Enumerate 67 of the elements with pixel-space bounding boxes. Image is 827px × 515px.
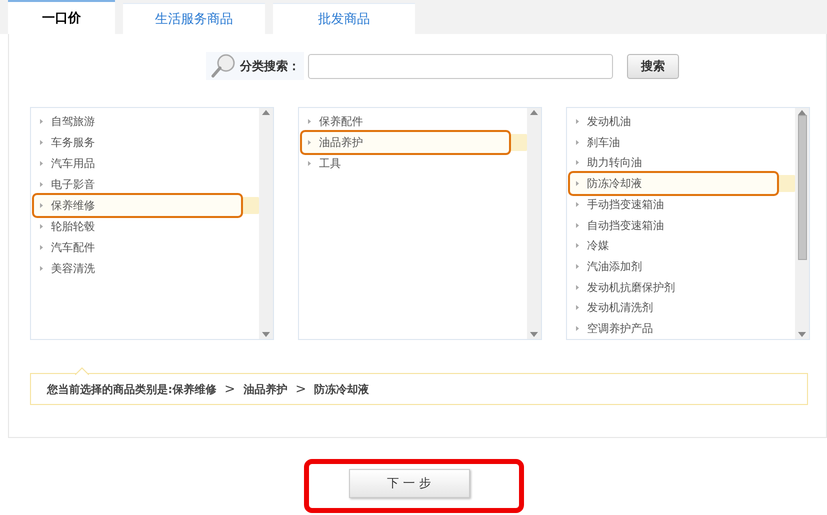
bullet-icon [40, 245, 43, 250]
scroll-down-icon[interactable] [530, 332, 538, 337]
path-category: 油品养护 [243, 382, 288, 396]
category-item[interactable]: 美容清洗 [34, 258, 259, 279]
bullet-icon [576, 264, 579, 269]
category-item[interactable]: 发动机清洗剂 [570, 298, 795, 318]
bullet-icon [308, 140, 311, 145]
scroll-up-icon[interactable] [262, 110, 270, 115]
category-item[interactable]: 汽车用品 [34, 153, 259, 174]
next-step-button[interactable]: 下 一 步 [348, 469, 470, 498]
search-button[interactable]: 搜索 [627, 54, 679, 78]
bullet-icon [40, 182, 43, 187]
path-category: 防冻冷却液 [314, 382, 370, 396]
bullet-icon [576, 118, 579, 124]
category-item[interactable]: 刹车油 [570, 132, 795, 152]
search-label: 分类搜索： [240, 58, 300, 74]
category-item[interactable]: 轮胎轮毂 [34, 216, 259, 237]
category-item[interactable]: 电子影音 [34, 174, 259, 195]
scrollbar[interactable] [795, 108, 809, 339]
path-separator: > [295, 382, 306, 396]
bullet-icon [40, 266, 43, 271]
category-item[interactable]: 油品养护 [302, 132, 509, 153]
path-label: 您当前选择的商品类别是: [47, 382, 172, 396]
scroll-up-icon[interactable] [530, 110, 538, 115]
bullet-icon [40, 203, 43, 208]
bullet-icon [308, 119, 311, 124]
tab[interactable]: 生活服务商品 [123, 3, 265, 34]
category-item[interactable]: 保养维修 [34, 195, 241, 216]
bullet-icon [576, 140, 579, 145]
scroll-down-icon[interactable] [798, 332, 806, 337]
bullet-icon [576, 243, 579, 248]
path-category: 保养维修 [172, 382, 216, 396]
bullet-icon [40, 161, 43, 166]
category-item[interactable]: 发动机油 [570, 111, 795, 132]
bullet-icon [576, 222, 579, 228]
category-item[interactable]: 空调养护产品 [570, 318, 795, 340]
bullet-icon [308, 161, 311, 166]
category-item[interactable]: 工具 [302, 153, 527, 174]
magnifier-icon [210, 53, 236, 79]
scroll-down-icon[interactable] [262, 332, 270, 337]
tab[interactable]: 一口价 [8, 0, 115, 34]
scroll-thumb[interactable] [798, 115, 806, 260]
tab[interactable]: 批发商品 [273, 3, 415, 34]
category-item[interactable]: 汽车配件 [34, 237, 259, 258]
bullet-icon [40, 224, 43, 229]
scrollbar[interactable] [527, 108, 541, 339]
bullet-icon [576, 160, 579, 166]
bullet-icon [40, 119, 43, 124]
category-item[interactable]: 助力转向油 [570, 152, 795, 174]
category-item[interactable]: 发动机抗磨保护剂 [570, 276, 795, 298]
bullet-icon [576, 284, 579, 290]
search-field[interactable] [308, 54, 613, 78]
bullet-icon [40, 140, 43, 145]
bullet-icon [576, 305, 579, 310]
scrollbar[interactable] [259, 108, 273, 339]
category-item[interactable]: 保养配件 [302, 111, 527, 132]
category-item[interactable]: 自驾旅游 [34, 111, 259, 132]
category-item[interactable]: 防冻冷却液 [570, 173, 777, 194]
bullet-icon [576, 181, 579, 186]
category-item[interactable]: 汽油添加剂 [570, 256, 795, 277]
category-item[interactable]: 手动挡变速箱油 [570, 194, 795, 215]
category-item[interactable]: 车务服务 [34, 132, 259, 153]
bullet-icon [576, 326, 579, 332]
bullet-icon [576, 202, 579, 207]
path-separator: > [224, 382, 236, 396]
category-item[interactable]: 自动挡变速箱油 [570, 214, 795, 236]
category-item[interactable]: 冷媒 [570, 235, 795, 256]
